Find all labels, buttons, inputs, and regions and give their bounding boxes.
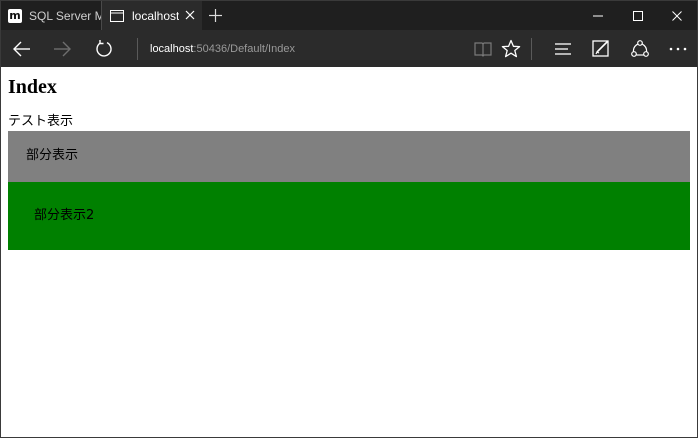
forward-icon (54, 41, 71, 57)
reading-view-icon (474, 42, 492, 57)
nav-separator (531, 38, 532, 60)
partial-view-1-text: 部分表示 (26, 148, 79, 163)
intro-text: テスト表示 (8, 114, 74, 129)
reading-view-button[interactable] (472, 38, 494, 60)
tab-sql-server[interactable]: m SQL Server M (1, 1, 102, 30)
tab-localhost[interactable]: localhost (102, 1, 202, 30)
nav-bar: localhost:50436/Default/Index (1, 30, 697, 67)
more-icon (669, 47, 687, 51)
web-note-button[interactable] (590, 38, 612, 60)
address-host: localhost (150, 43, 194, 55)
more-button[interactable] (667, 38, 689, 60)
maximize-button[interactable] (618, 1, 658, 30)
back-button[interactable] (11, 38, 33, 60)
refresh-button[interactable] (93, 38, 115, 60)
page-title: Index (8, 76, 57, 98)
forward-button[interactable] (51, 38, 73, 60)
m-icon: m (8, 8, 22, 23)
hub-button[interactable] (552, 38, 574, 60)
nav-separator (137, 38, 138, 60)
new-tab-icon[interactable] (208, 8, 223, 23)
back-icon (13, 41, 30, 57)
favorite-button[interactable] (500, 38, 522, 60)
page-icon (110, 9, 124, 22)
address-bar[interactable]: localhost:50436/Default/Index (150, 41, 295, 57)
close-icon (672, 10, 682, 21)
maximize-icon (633, 10, 643, 21)
tab-bar: m SQL Server M localhost (1, 1, 697, 30)
favorite-star-icon (501, 39, 521, 58)
address-path: :50436/Default/Index (193, 43, 295, 55)
hub-icon (555, 43, 571, 55)
partial-view-2-text: 部分表示2 (34, 208, 95, 223)
page-content: Index テスト表示 部分表示 部分表示2 (1, 67, 697, 437)
minimize-icon (593, 15, 603, 16)
partial-view-1: 部分表示 (8, 131, 690, 182)
refresh-icon (96, 40, 112, 57)
tab-label: SQL Server M (29, 8, 101, 23)
share-button[interactable] (629, 38, 651, 60)
partial-view-2: 部分表示2 (8, 182, 690, 250)
close-window-button[interactable] (657, 1, 697, 30)
browser-window: m SQL Server M localhost localhost:50436… (0, 0, 698, 438)
close-tab-icon[interactable] (184, 9, 196, 21)
minimize-button[interactable] (578, 1, 618, 30)
share-icon (631, 40, 649, 57)
web-note-icon (592, 40, 609, 57)
tab-label: localhost (132, 8, 180, 23)
